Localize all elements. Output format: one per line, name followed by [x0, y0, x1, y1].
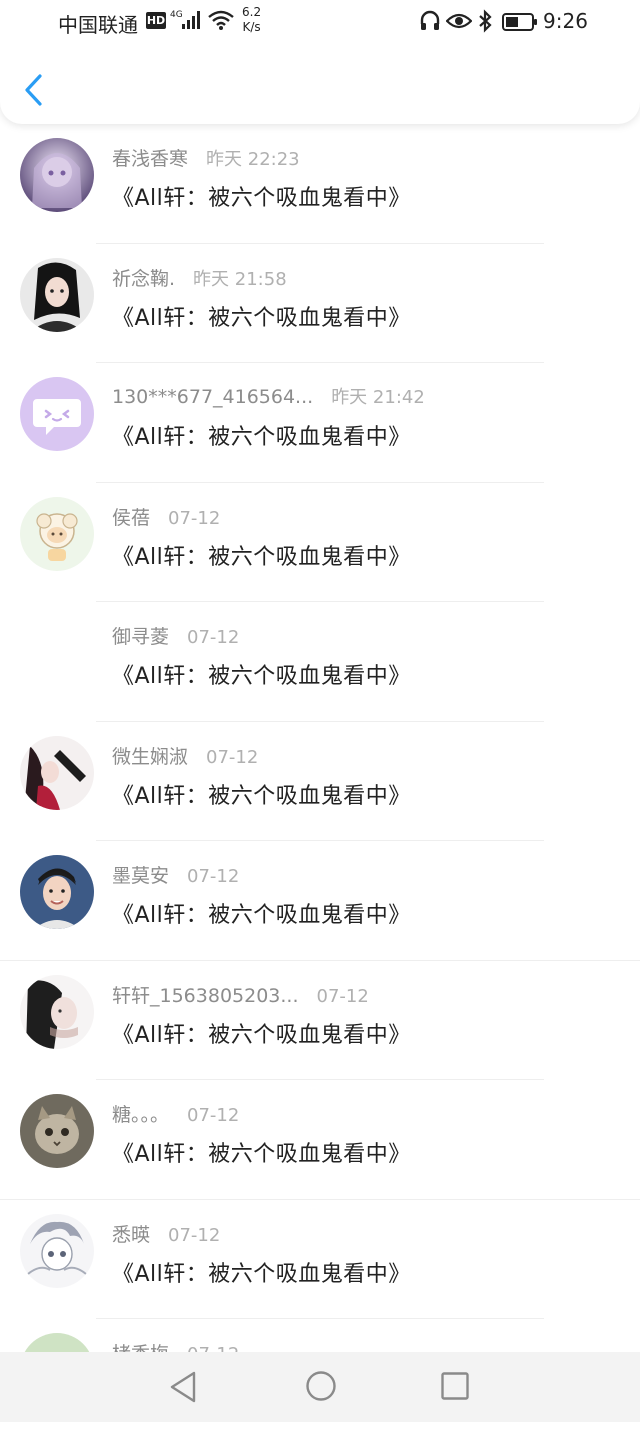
speed-unit: K/s	[242, 20, 261, 34]
back-button[interactable]	[18, 70, 54, 110]
square-recents-icon	[441, 1372, 469, 1400]
speed-value: 6.2	[242, 5, 262, 19]
nav-recents-button[interactable]	[440, 1371, 470, 1405]
nav-home-button[interactable]	[304, 1369, 338, 1407]
headphone-icon	[419, 10, 441, 37]
sender-name: 春浅香寒	[112, 148, 189, 170]
sender-name: 糖。。。	[112, 1104, 170, 1126]
list-item[interactable]: 侯蓓 07-12 《All轩：被六个吸血鬼看中》	[0, 483, 640, 602]
list-item[interactable]: 微生娴淑 07-12 《All轩：被六个吸血鬼看中》	[0, 722, 640, 841]
message-text: 《All轩：被六个吸血鬼看中》	[112, 903, 411, 928]
list-item[interactable]: 轩轩_1563805203... 07-12 《All轩：被六个吸血鬼看中》	[0, 961, 640, 1080]
list-item[interactable]: 墨莫安 07-12 《All轩：被六个吸血鬼看中》	[0, 841, 640, 961]
sender-line: 祈念鞠. 昨天 21:58	[112, 264, 287, 291]
list-item[interactable]: 悉暎 07-12 《All轩：被六个吸血鬼看中》	[0, 1200, 640, 1319]
avatar	[20, 1094, 94, 1168]
sender-name: 悉暎	[112, 1223, 151, 1246]
sender-line: 墨莫安 07-12	[112, 861, 239, 888]
sender-name: 祈念鞠.	[112, 267, 176, 290]
message-time: 07-12	[187, 627, 240, 648]
sender-name: 轩轩_1563805203...	[112, 984, 299, 1007]
avatar	[20, 735, 94, 810]
sender-line: 130***677_416564... 昨天 21:42	[112, 383, 425, 409]
sender-line: 春浅香寒 昨天 22:23	[112, 144, 300, 171]
message-time: 07-12	[187, 1105, 240, 1126]
network-speed: 6.2 K/s	[242, 5, 261, 35]
avatar	[20, 257, 94, 332]
avatar	[20, 974, 94, 1049]
wifi-icon	[208, 10, 234, 35]
triangle-back-icon	[170, 1371, 196, 1403]
message-text: 《All轩：被六个吸血鬼看中》	[112, 664, 411, 689]
eye-icon	[445, 11, 473, 36]
list-item[interactable]: 糖。。。 07-12 《All轩：被六个吸血鬼看中》	[0, 1080, 640, 1200]
sender-name: 侯蓓	[112, 506, 151, 529]
message-time: 07-12	[168, 1224, 221, 1246]
message-list: 春浅香寒 昨天 22:23 《All轩：被六个吸血鬼看中》 祈念鞠. 昨天 21:5…	[0, 124, 640, 1439]
sender-line: 糖。。。 07-12	[112, 1100, 239, 1127]
circle-home-icon	[306, 1371, 336, 1401]
sender-line: 侯蓓 07-12	[112, 503, 220, 530]
network-type: 4G	[170, 10, 183, 20]
message-text: 《All轩：被六个吸血鬼看中》	[112, 425, 411, 450]
status-bar: 中国联通 HD 4G 6.2 K/s 9:26	[0, 0, 640, 44]
message-time: 昨天 21:42	[331, 387, 425, 408]
list-item[interactable]: 祈念鞠. 昨天 21:58 《All轩：被六个吸血鬼看中》	[0, 244, 640, 363]
sender-line: 微生娴淑 07-12	[112, 742, 258, 769]
message-text: 《All轩：被六个吸血鬼看中》	[112, 783, 411, 809]
message-text: 《All轩：被六个吸血鬼看中》	[112, 305, 411, 331]
avatar	[20, 496, 94, 571]
sender-name: 御寻菱	[112, 626, 170, 648]
chevron-left-icon	[25, 74, 42, 106]
sender-name: 微生娴淑	[112, 745, 189, 768]
message-text: 《All轩：被六个吸血鬼看中》	[112, 1142, 411, 1167]
message-time: 07-12	[316, 985, 369, 1007]
avatar	[20, 377, 94, 451]
sender-name: 墨莫安	[112, 865, 170, 887]
list-item[interactable]: 春浅香寒 昨天 22:23 《All轩：被六个吸血鬼看中》	[0, 124, 640, 244]
message-text: 《All轩：被六个吸血鬼看中》	[112, 186, 411, 211]
message-time: 07-12	[187, 866, 240, 887]
message-time: 昨天 21:58	[193, 268, 287, 290]
system-navigation-bar	[0, 1352, 640, 1422]
battery-icon	[502, 12, 538, 37]
message-text: 《All轩：被六个吸血鬼看中》	[112, 1022, 411, 1048]
sender-line: 轩轩_1563805203... 07-12	[112, 981, 369, 1008]
hd-badge: HD	[146, 12, 166, 29]
message-time: 07-12	[206, 746, 259, 768]
list-item[interactable]: 130***677_416564... 昨天 21:42 《All轩：被六个吸血鬼…	[0, 363, 640, 483]
status-time: 9:26	[543, 9, 588, 33]
avatar	[20, 1213, 94, 1288]
sender-line: 御寻菱 07-12	[112, 622, 239, 649]
sender-line: 悉暎 07-12	[112, 1220, 220, 1247]
avatar	[20, 855, 94, 929]
header: 中国联通 HD 4G 6.2 K/s 9:26	[0, 0, 640, 124]
signal-icon: 4G	[170, 8, 204, 37]
message-text: 《All轩：被六个吸血鬼看中》	[112, 544, 411, 570]
sender-name: 130***677_416564...	[112, 386, 314, 408]
bluetooth-icon	[477, 9, 493, 38]
carrier-label: 中国联通	[58, 13, 138, 37]
message-time: 昨天 22:23	[206, 149, 300, 170]
list-item[interactable]: 御寻菱 07-12 《All轩：被六个吸血鬼看中》	[0, 602, 640, 722]
avatar	[20, 138, 94, 212]
message-text: 《All轩：被六个吸血鬼看中》	[112, 1261, 411, 1287]
message-time: 07-12	[168, 507, 221, 529]
nav-back-button[interactable]	[168, 1370, 200, 1408]
